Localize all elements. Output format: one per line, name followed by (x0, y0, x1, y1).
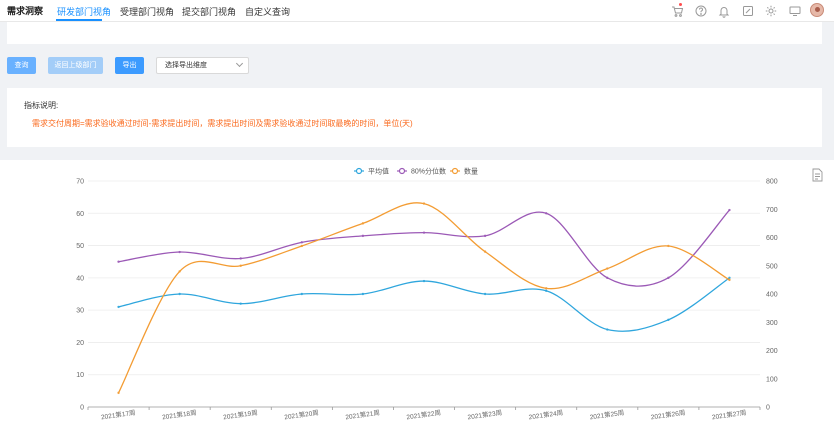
y-left-tick-label: 50 (76, 243, 84, 250)
data-point (667, 276, 670, 280)
tab-rd-dept[interactable]: 研发部门视角 (57, 5, 111, 18)
data-point (667, 318, 670, 322)
y-right-tick-label: 600 (766, 235, 778, 242)
x-tick-label: 2021第27周 (711, 408, 747, 422)
series-line-1 (118, 209, 730, 287)
data-point (361, 234, 365, 238)
data-point (544, 212, 548, 215)
legend-label: 平均值 (368, 167, 389, 176)
data-point (422, 279, 426, 283)
back-to-parent-dept-button[interactable]: 返回上级部门 (48, 57, 103, 74)
monitor-icon[interactable] (788, 4, 802, 18)
metric-description-title: 指标说明: (24, 101, 59, 110)
data-point (178, 270, 181, 273)
data-point (239, 257, 242, 260)
export-dimension-select[interactable]: 选择导出维度 (156, 57, 249, 74)
notification-dot (679, 3, 682, 6)
data-point (728, 208, 731, 212)
data-point (361, 222, 365, 225)
y-right-tick-label: 200 (766, 348, 778, 355)
x-tick-label: 2021第21周 (345, 408, 381, 422)
y-left-tick-label: 20 (76, 340, 84, 347)
y-right-tick-label: 100 (766, 376, 778, 383)
data-point (300, 241, 304, 244)
metric-description-text: 需求交付周期=需求验收通过时间-需求提出时间，需求提出时间及需求验收通过时间取最… (32, 119, 413, 128)
query-button[interactable]: 查询 (7, 57, 36, 74)
legend-marker (451, 167, 459, 175)
legend-marker (398, 167, 406, 175)
chevron-down-icon (235, 59, 244, 68)
gear-icon[interactable] (764, 4, 778, 18)
legend-label: 数量 (464, 167, 478, 176)
x-tick-label: 2021第22周 (406, 408, 442, 422)
y-right-tick-label: 700 (766, 207, 778, 214)
top-navigation-bar: 需求洞察 研发部门视角 受理部门视角 提交部门视角 自定义查询 (0, 0, 834, 22)
data-point (300, 292, 304, 296)
data-point (239, 264, 242, 267)
x-tick-label: 2021第19周 (223, 408, 259, 422)
data-point (483, 234, 487, 238)
tab-accept-dept[interactable]: 受理部门视角 (120, 5, 174, 18)
data-point (606, 267, 609, 270)
data-point (544, 289, 548, 292)
data-point (117, 305, 120, 309)
tab-submit-dept[interactable]: 提交部门视角 (182, 5, 236, 18)
delivery-cycle-chart: 0 10 20 30 40 50 60 70 0 100 200 300 400 500 600 700 800… (0, 160, 834, 446)
help-icon[interactable] (694, 4, 708, 18)
y-right-tick-label: 300 (766, 320, 778, 327)
x-tick-label: 2021第25周 (589, 408, 625, 422)
x-tick-label: 2021第18周 (161, 408, 197, 422)
series-line-2 (117, 202, 730, 394)
y-right-tick-label: 800 (766, 179, 778, 186)
data-point (178, 292, 181, 296)
y-right-tick-label: 500 (766, 263, 778, 270)
data-point (239, 302, 242, 305)
data-point (728, 278, 731, 282)
data-point (483, 250, 487, 253)
data-point (544, 287, 548, 290)
cart-icon[interactable] (670, 4, 684, 18)
data-point (422, 231, 426, 234)
legend-label: 80%分位数 (411, 167, 446, 176)
data-point (606, 328, 609, 331)
y-left-tick-label: 10 (76, 372, 84, 379)
data-point (422, 202, 426, 205)
x-tick-label: 2021第17周 (100, 408, 136, 422)
y-left-tick-label: 70 (76, 179, 84, 186)
export-button[interactable]: 导出 (115, 57, 144, 74)
active-tab-indicator (56, 19, 102, 21)
export-dimension-placeholder: 选择导出维度 (165, 62, 207, 69)
data-point (178, 250, 181, 254)
avatar[interactable] (810, 3, 824, 17)
x-tick-label: 2021第20周 (284, 408, 320, 422)
app-brand: 需求洞察 (7, 6, 44, 16)
y-left-tick-label: 0 (80, 405, 84, 412)
data-point (361, 292, 365, 296)
y-right-tick-label: 400 (766, 292, 778, 299)
y-left-tick-label: 60 (76, 211, 84, 218)
y-left-tick-label: 30 (76, 308, 84, 315)
data-point (606, 276, 609, 280)
data-point (117, 260, 120, 263)
x-tick-label: 2021第23周 (467, 408, 503, 422)
bell-icon[interactable] (717, 4, 731, 18)
metric-description-panel: 指标说明: 需求交付周期=需求验收通过时间-需求提出时间，需求提出时间及需求验收… (7, 88, 822, 147)
data-point (483, 292, 487, 296)
data-point (667, 244, 670, 248)
data-point (300, 244, 304, 248)
line-chart: 0102030405060700100200300400500600700800… (76, 167, 823, 422)
data-point (117, 391, 120, 395)
download-icon[interactable] (812, 168, 823, 182)
legend-marker (355, 167, 363, 175)
y-right-tick-label: 0 (766, 405, 770, 412)
y-left-tick-label: 40 (76, 275, 84, 282)
x-tick-label: 2021第26周 (650, 408, 686, 422)
tab-custom-query[interactable]: 自定义查询 (245, 5, 290, 18)
filter-panel (7, 22, 822, 44)
note-icon[interactable] (741, 4, 755, 18)
x-tick-label: 2021第24周 (528, 408, 564, 422)
